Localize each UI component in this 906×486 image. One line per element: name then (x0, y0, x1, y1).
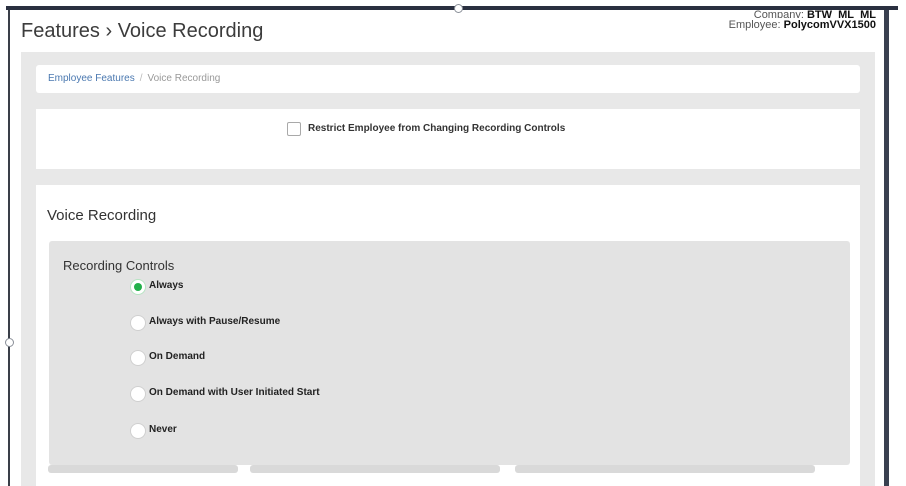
main-content: Employee Features / Voice Recording Restri… (21, 52, 875, 486)
radio-button[interactable] (130, 315, 146, 331)
radio-button[interactable] (130, 423, 146, 439)
section-title: Voice Recording (47, 207, 157, 224)
restrict-checkbox-label[interactable]: Restrict Employee from Changing Recordin… (308, 123, 565, 134)
breadcrumb-current: Voice Recording (147, 73, 221, 84)
window-left-border (8, 10, 10, 486)
radio-label[interactable]: Always (149, 280, 183, 291)
cut-off-text-line (250, 465, 500, 473)
restrict-checkbox[interactable] (287, 122, 301, 136)
breadcrumb-separator: / (139, 73, 143, 84)
page-title: Features › Voice Recording (21, 20, 264, 42)
window-right-border (884, 10, 889, 486)
employee-value: PolycomVVX1500 (783, 19, 876, 31)
breadcrumb-link-employee-features[interactable]: Employee Features (48, 73, 135, 84)
employee-label: Employee: (728, 19, 781, 31)
voice-recording-panel: Voice Recording Recording Controls Alway… (36, 185, 860, 486)
recording-controls-box: Recording Controls Always Always with Pa… (49, 241, 850, 465)
employee-info: Company: BTW_ML_ML Employee: PolycomVVX1… (729, 8, 876, 32)
radio-button[interactable] (130, 350, 146, 366)
radio-button[interactable] (130, 279, 146, 295)
restrict-panel: Restrict Employee from Changing Recordin… (36, 109, 860, 169)
radio-label[interactable]: On Demand with User Initiated Start (149, 387, 320, 398)
radio-label[interactable]: Always with Pause/Resume (149, 316, 280, 327)
cut-off-text-line (515, 465, 815, 473)
company-info: Company: BTW_ML_ML (753, 9, 876, 18)
breadcrumb: Employee Features / Voice Recording (36, 65, 860, 93)
resize-handle-top[interactable] (454, 4, 463, 13)
cut-off-text-line (48, 465, 238, 473)
radio-button[interactable] (130, 386, 146, 402)
radio-label[interactable]: On Demand (149, 351, 205, 362)
radio-label[interactable]: Never (149, 424, 177, 435)
resize-handle-left[interactable] (5, 338, 14, 347)
recording-controls-title: Recording Controls (63, 258, 175, 273)
